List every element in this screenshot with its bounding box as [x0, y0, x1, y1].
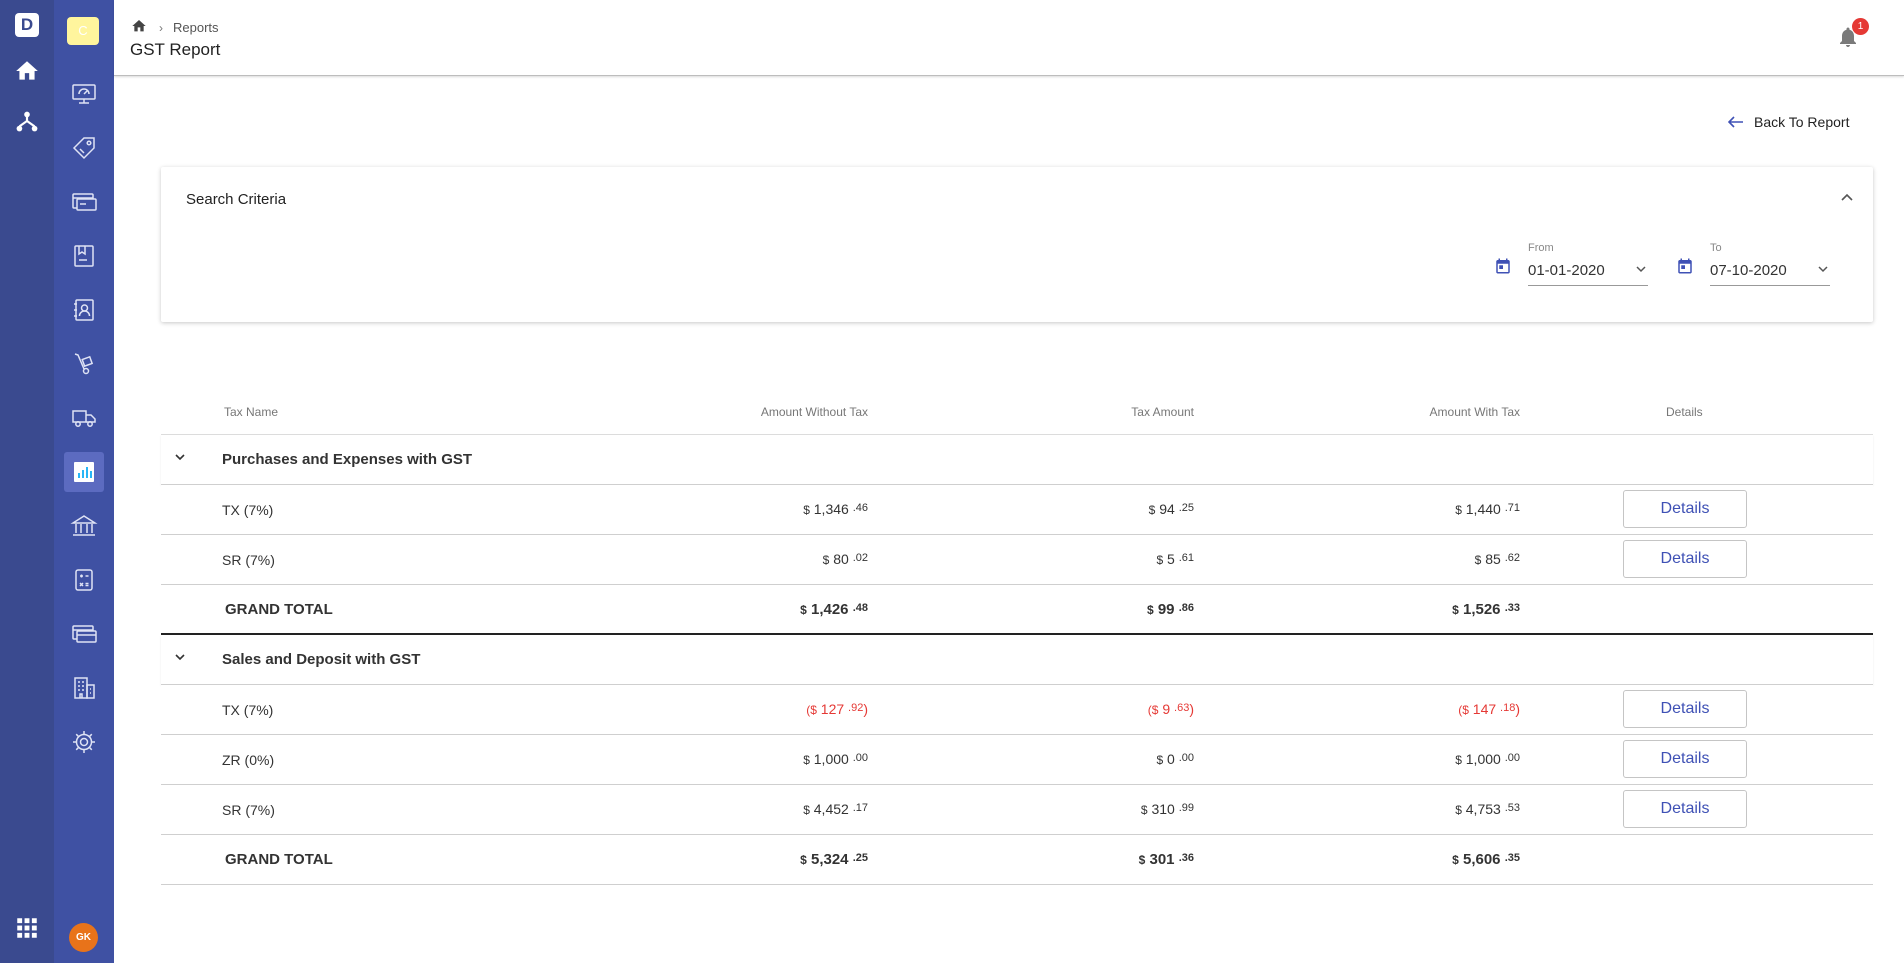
arrow-left-icon: [1728, 116, 1743, 128]
column-amount-without-tax: Amount Without Tax: [760, 405, 868, 419]
amount-with-tax: ($ 147 .18): [1458, 701, 1520, 717]
user-avatar[interactable]: GK: [69, 923, 98, 952]
table-row: ZR (0%) $ 1,000 .00 $ 0 .00 $ 1,000 .00 …: [161, 735, 1873, 785]
app-rail: D: [0, 0, 54, 963]
top-bar: › Reports GST Report 1: [114, 0, 1904, 76]
to-date-label: To: [1710, 242, 1722, 254]
tax-name: ZR (0%): [222, 752, 275, 768]
details-button[interactable]: Details: [1623, 740, 1747, 778]
amount-with-tax: $ 4,753 .53: [1455, 801, 1520, 817]
amount-without-tax: ($ 127 .92): [806, 701, 868, 717]
page-title: GST Report: [130, 40, 221, 59]
grand-total-row: GRAND TOTAL $ 1,426 .48 $ 99 .86 $ 1,526…: [161, 585, 1873, 635]
group-sales-deposit[interactable]: Sales and Deposit with GST: [161, 635, 1873, 685]
total-tax-amount: $ 99 .86: [1146, 601, 1194, 618]
amount-without-tax: $ 80 .02: [822, 551, 868, 567]
grand-total-label: GRAND TOTAL: [225, 601, 333, 618]
calculator-icon[interactable]: [64, 560, 104, 600]
table-row: SR (7%) $ 4,452 .17 $ 310 .99 $ 4,753 .5…: [161, 785, 1873, 835]
org-avatar[interactable]: C: [67, 17, 99, 45]
details-button[interactable]: Details: [1623, 540, 1747, 578]
amount-with-tax: $ 1,000 .00: [1455, 751, 1520, 767]
org-tree-icon[interactable]: [14, 108, 40, 134]
inventory-box-icon[interactable]: [64, 236, 104, 276]
to-date-input[interactable]: 07-10-2020: [1710, 262, 1830, 286]
total-amount-with-tax: $ 5,606 .35: [1452, 851, 1520, 868]
bank-icon[interactable]: [64, 506, 104, 546]
column-details: Details: [1666, 405, 1703, 419]
tax-name: TX (7%): [222, 502, 274, 518]
breadcrumb-reports[interactable]: Reports: [173, 20, 219, 35]
from-date-label: From: [1528, 242, 1554, 254]
amount-with-tax: $ 1,440 .71: [1455, 501, 1520, 517]
tax-amount: ($ 9 .63): [1147, 701, 1194, 717]
grand-total-label: GRAND TOTAL: [225, 851, 333, 868]
tax-amount: $ 310 .99: [1140, 801, 1194, 817]
chevron-down-icon[interactable]: [173, 650, 187, 669]
from-date-field[interactable]: From 01-01-2020: [1494, 242, 1654, 302]
group-name: Sales and Deposit with GST: [222, 651, 421, 668]
total-amount-without-tax: $ 1,426 .48: [800, 601, 868, 618]
amount-without-tax: $ 1,346 .46: [803, 501, 868, 517]
hand-cart-icon[interactable]: [64, 344, 104, 384]
tax-name: SR (7%): [222, 552, 275, 568]
settings-gear-icon[interactable]: [64, 722, 104, 762]
back-to-report-label: Back To Report: [1754, 114, 1850, 130]
total-amount-with-tax: $ 1,526 .33: [1452, 601, 1520, 618]
details-button[interactable]: Details: [1623, 790, 1747, 828]
table-row: TX (7%) ($ 127 .92) ($ 9 .63) ($ 147 .18…: [161, 685, 1873, 735]
breadcrumb: › Reports: [131, 18, 219, 37]
office-building-icon[interactable]: [64, 668, 104, 708]
column-amount-with-tax: Amount With Tax: [1429, 405, 1520, 419]
details-button[interactable]: Details: [1623, 690, 1747, 728]
tax-amount: $ 5 .61: [1156, 551, 1194, 567]
total-tax-amount: $ 301 .36: [1138, 851, 1194, 868]
grand-total-row: GRAND TOTAL $ 5,324 .25 $ 301 .36 $ 5,60…: [161, 835, 1873, 885]
back-to-report-link[interactable]: Back To Report: [1728, 114, 1849, 130]
tax-amount: $ 0 .00: [1156, 751, 1194, 767]
cards-icon[interactable]: [64, 614, 104, 654]
tax-name: SR (7%): [222, 802, 275, 818]
table-row: SR (7%) $ 80 .02 $ 5 .61 $ 85 .62 Detail…: [161, 535, 1873, 585]
notification-badge: 1: [1852, 18, 1869, 35]
total-amount-without-tax: $ 5,324 .25: [800, 851, 868, 868]
dashboard-icon[interactable]: [64, 74, 104, 114]
to-date-field[interactable]: To 07-10-2020: [1676, 242, 1836, 302]
calendar-icon[interactable]: [1676, 257, 1694, 280]
chevron-right-icon: ›: [159, 20, 163, 35]
apps-grid-icon[interactable]: [14, 915, 40, 941]
app-logo[interactable]: D: [15, 13, 39, 37]
search-criteria-panel: Search Criteria From 01-01-2020 To 07-10…: [161, 167, 1873, 322]
chevron-up-icon[interactable]: [1839, 189, 1855, 210]
tax-amount: $ 94 .25: [1148, 501, 1194, 517]
tag-icon[interactable]: [64, 128, 104, 168]
contacts-icon[interactable]: [64, 290, 104, 330]
module-sidebar: C GK: [54, 0, 114, 963]
table-header: Tax Name Amount Without Tax Tax Amount A…: [161, 395, 1873, 435]
home-icon[interactable]: [131, 18, 147, 37]
from-date-input[interactable]: 01-01-2020: [1528, 262, 1648, 286]
gst-report-table: Purchases and Expenses with GST TX (7%) …: [161, 435, 1873, 885]
reports-chart-icon[interactable]: [64, 452, 104, 492]
amount-with-tax: $ 85 .62: [1474, 551, 1520, 567]
column-tax-amount: Tax Amount: [1131, 405, 1194, 419]
chevron-down-icon[interactable]: [1816, 262, 1830, 281]
group-name: Purchases and Expenses with GST: [222, 451, 473, 468]
tax-name: TX (7%): [222, 702, 274, 718]
chevron-down-icon[interactable]: [173, 450, 187, 469]
table-row: TX (7%) $ 1,346 .46 $ 94 .25 $ 1,440 .71…: [161, 485, 1873, 535]
amount-without-tax: $ 1,000 .00: [803, 751, 868, 767]
delivery-truck-icon[interactable]: [64, 398, 104, 438]
payment-card-icon[interactable]: [64, 182, 104, 222]
amount-without-tax: $ 4,452 .17: [803, 801, 868, 817]
chevron-down-icon[interactable]: [1634, 262, 1648, 281]
group-purchases-expenses[interactable]: Purchases and Expenses with GST: [161, 435, 1873, 485]
details-button[interactable]: Details: [1623, 490, 1747, 528]
column-tax-name: Tax Name: [224, 405, 279, 419]
calendar-icon[interactable]: [1494, 257, 1512, 280]
search-criteria-title: Search Criteria: [186, 191, 287, 208]
home-icon[interactable]: [14, 58, 40, 84]
